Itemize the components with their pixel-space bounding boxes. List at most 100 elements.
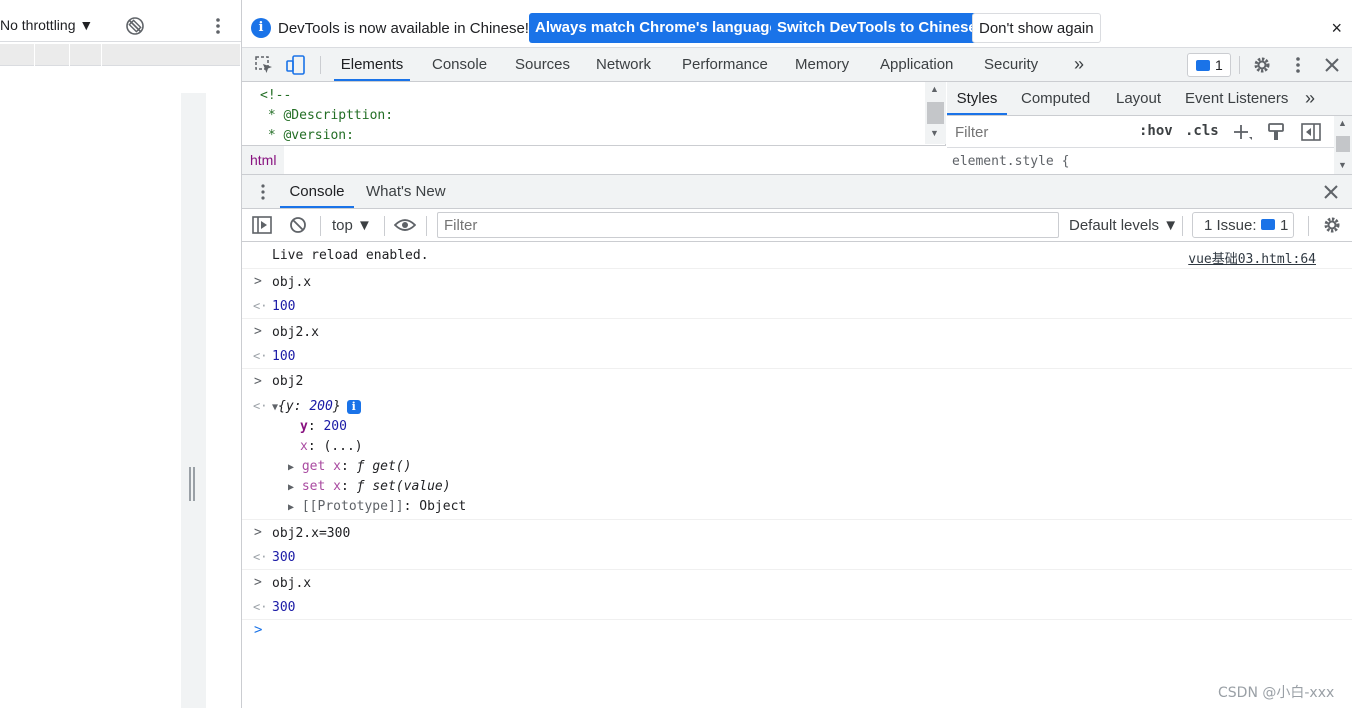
styles-scrollbar[interactable]: ▲ ▼ <box>1334 116 1352 174</box>
styles-filter-input[interactable] <box>949 119 1127 145</box>
tab-security[interactable]: Security <box>984 48 1038 81</box>
gear-icon[interactable] <box>1252 55 1272 75</box>
object-getter[interactable]: ▶ get x: ƒ get() <box>288 459 411 474</box>
output-arrow-icon: <· <box>253 299 268 313</box>
hover-state-button[interactable]: :hov <box>1139 123 1173 139</box>
kebab-icon[interactable] <box>258 183 268 201</box>
message-icon <box>1196 60 1210 71</box>
class-toggle-button[interactable]: .cls <box>1185 123 1219 139</box>
throttling-dropdown[interactable]: No throttling ▼ <box>0 17 93 33</box>
dont-show-again-button[interactable]: Don't show again <box>972 13 1101 43</box>
code-line[interactable]: * @version: <box>260 128 354 143</box>
object-property[interactable]: x: (...) <box>300 439 363 454</box>
info-icon[interactable]: i <box>346 399 361 414</box>
expand-triangle-icon: ▶ <box>288 502 295 513</box>
input-chevron-icon: > <box>254 374 262 389</box>
tab-elements[interactable]: Elements <box>334 48 410 81</box>
close-devtools-icon[interactable] <box>1322 55 1342 75</box>
match-language-button[interactable]: Always match Chrome's language <box>529 13 784 43</box>
rotate-icon[interactable] <box>124 15 146 37</box>
media-query-ruler[interactable] <box>0 44 240 66</box>
tab-sources[interactable]: Sources <box>515 48 570 81</box>
devtools-main-tabbar: Elements Console Sources Network Perform… <box>242 48 1352 82</box>
code-line[interactable]: <!-- <box>260 88 291 103</box>
input-chevron-icon: > <box>254 525 262 540</box>
source-link[interactable]: vue基础03.html:64 <box>1188 248 1316 267</box>
tab-console[interactable]: Console <box>432 48 487 81</box>
console-prompt[interactable]: > <box>254 622 262 638</box>
tab-styles[interactable]: Styles <box>947 82 1007 115</box>
more-tabs-icon[interactable]: » <box>1305 82 1315 115</box>
new-rule-icon[interactable] <box>1233 123 1253 141</box>
console-entry: > obj2.x <· 100 <box>242 319 1352 369</box>
toggle-sidebar-icon[interactable] <box>1301 122 1321 142</box>
message-icon <box>1261 219 1275 230</box>
styles-filter-row: :hov .cls <box>947 116 1352 148</box>
tab-performance[interactable]: Performance <box>682 48 768 81</box>
drawer-tab-console[interactable]: Console <box>280 175 354 208</box>
kebab-icon[interactable] <box>210 16 226 36</box>
console-output: Live reload enabled. vue基础03.html:64 > o… <box>242 242 1352 708</box>
breadcrumb-html[interactable]: html <box>242 146 285 174</box>
output-arrow-icon: <· <box>253 349 268 363</box>
paint-roller-icon[interactable] <box>1267 122 1285 142</box>
drawer-tabbar: Console What's New <box>242 174 1352 209</box>
tab-layout[interactable]: Layout <box>1116 82 1161 115</box>
console-entry: > obj2.x=300 <· 300 <box>242 520 1352 570</box>
language-infobar: i DevTools is now available in Chinese! … <box>242 8 1352 48</box>
elements-scrollbar[interactable]: ▲ ▼ <box>925 82 946 144</box>
viewport-gutter <box>181 93 206 708</box>
close-drawer-icon[interactable] <box>1323 184 1339 200</box>
object-summary[interactable]: ▼{y: 200} i <box>272 399 361 414</box>
object-setter[interactable]: ▶ set x: ƒ set(value) <box>288 479 451 494</box>
close-icon[interactable]: × <box>1331 18 1342 39</box>
console-filter-input[interactable] <box>437 212 1059 238</box>
output-arrow-icon: <· <box>253 399 268 413</box>
clear-console-icon[interactable] <box>289 216 307 234</box>
device-toolbar-icon[interactable] <box>286 55 306 75</box>
expand-triangle-icon: ▶ <box>288 462 295 473</box>
object-property: y: 200 <box>300 419 347 434</box>
context-selector[interactable]: top ▼ <box>332 217 372 234</box>
tab-application[interactable]: Application <box>880 48 953 81</box>
device-viewport <box>0 93 181 708</box>
console-entry: > obj2 <· ▼{y: 200} i y: 200 x: (...) ▶ g… <box>242 369 1352 520</box>
styles-tabbar: Styles Computed Layout Event Listeners » <box>947 82 1352 116</box>
console-entry: > obj.x <· 100 <box>242 269 1352 319</box>
styles-sidebar: Styles Computed Layout Event Listeners »… <box>947 82 1352 174</box>
drawer-tab-whats-new[interactable]: What's New <box>366 175 446 208</box>
tab-network[interactable]: Network <box>596 48 651 81</box>
switch-to-chinese-button[interactable]: Switch DevTools to Chinese <box>771 13 983 43</box>
sidebar-toggle-icon[interactable] <box>252 216 272 234</box>
console-settings-icon[interactable] <box>1322 215 1342 235</box>
viewport-resize-handle[interactable] <box>189 467 195 501</box>
inspect-element-icon[interactable] <box>254 55 274 75</box>
device-toolbar: No throttling ▼ <box>0 8 241 42</box>
breadcrumb: html <box>242 145 946 174</box>
code-line[interactable]: * @Descripttion: <box>260 108 393 123</box>
eye-icon[interactable] <box>394 217 416 233</box>
object-prototype[interactable]: ▶ [[Prototype]]: Object <box>288 499 466 514</box>
watermark: CSDN @小白-xxx <box>1218 685 1335 701</box>
kebab-icon[interactable] <box>1288 55 1308 75</box>
info-icon: i <box>251 18 271 38</box>
elements-tree: <!-- * @Descripttion: * @version: ▲ ▼ ht… <box>242 82 946 174</box>
element-style-rule[interactable]: element.style { <box>952 154 1069 169</box>
console-message: Live reload enabled. vue基础03.html:64 <box>242 242 1352 269</box>
input-chevron-icon: > <box>254 575 262 590</box>
input-chevron-icon: > <box>254 274 262 289</box>
console-toolbar: top ▼ Default levels ▼ 1 Issue: 1 <box>242 209 1352 242</box>
input-chevron-icon: > <box>254 324 262 339</box>
output-arrow-icon: <· <box>253 550 268 564</box>
console-issues-button[interactable]: 1 Issue: 1 <box>1192 212 1294 238</box>
tab-event-listeners[interactable]: Event Listeners <box>1185 82 1288 115</box>
console-entry: > obj.x <· 300 <box>242 570 1352 620</box>
more-tabs-icon[interactable]: » <box>1074 48 1084 81</box>
output-arrow-icon: <· <box>253 600 268 614</box>
tab-memory[interactable]: Memory <box>795 48 849 81</box>
tab-computed[interactable]: Computed <box>1021 82 1090 115</box>
issues-badge[interactable]: 1 <box>1187 53 1231 77</box>
infobar-message: DevTools is now available in Chinese! <box>278 20 529 37</box>
expand-triangle-icon: ▶ <box>288 482 295 493</box>
log-levels-dropdown[interactable]: Default levels ▼ <box>1069 217 1178 234</box>
